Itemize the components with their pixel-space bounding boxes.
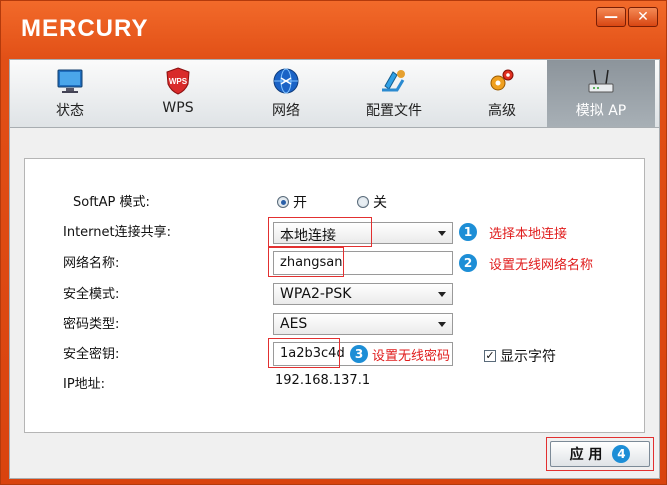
tab-label: WPS [162, 100, 194, 116]
security-key-label: 安全密钥: [63, 347, 120, 362]
cipher-type-value: AES [280, 316, 308, 332]
annotation-badge-1: 1 [459, 223, 477, 241]
tab-label: 高级 [488, 103, 516, 119]
monitor-icon [57, 69, 83, 93]
annotation-badge-4: 4 [612, 445, 631, 463]
annotation-badge-3: 3 [350, 345, 368, 363]
cipher-type-label: 密码类型: [63, 317, 120, 332]
highlight-box [268, 247, 344, 277]
security-mode-select[interactable]: WPA2-PSK [273, 283, 453, 305]
dropdown-arrow-icon [438, 231, 446, 236]
minimize-button[interactable]: — [596, 7, 626, 27]
svg-text:WPS: WPS [169, 77, 188, 86]
app-window: MERCURY — ✕ 状态 WPS WPS 网络 配置文件 高级 模拟 AP … [0, 0, 667, 485]
softap-mode-label: SoftAP 模式: [73, 195, 150, 210]
tab-softap[interactable]: 模拟 AP [547, 60, 655, 128]
wps-shield-icon: WPS [166, 67, 190, 95]
tab-bar: 状态 WPS WPS 网络 配置文件 高级 模拟 AP [9, 59, 660, 128]
tab-wps[interactable]: WPS WPS [124, 60, 232, 128]
security-mode-value: WPA2-PSK [280, 286, 352, 302]
tab-advanced[interactable]: 高级 [448, 60, 556, 128]
highlight-box [268, 217, 372, 247]
router-icon [588, 69, 614, 93]
internet-sharing-label: Internet连接共享: [63, 225, 171, 240]
show-chars-checkbox[interactable]: ✓ 显示字符 [484, 346, 556, 366]
ip-address-label: IP地址: [63, 377, 106, 392]
close-button[interactable]: ✕ [628, 7, 658, 27]
radio-unselected-icon [357, 196, 369, 208]
tab-profile[interactable]: 配置文件 [340, 60, 448, 128]
annotation-badge-2: 2 [459, 254, 477, 272]
annotation-hint-3: 设置无线密码 [372, 349, 451, 364]
dropdown-arrow-icon [438, 322, 446, 327]
ip-address-value: 192.168.137.1 [275, 373, 371, 388]
checkbox-checked-icon: ✓ [484, 349, 496, 362]
ssid-label: 网络名称: [63, 256, 120, 271]
softap-on-radio[interactable]: 开 [277, 192, 307, 212]
annotation-hint-2: 设置无线网络名称 [489, 258, 594, 273]
tab-label: 模拟 AP [575, 103, 627, 119]
cipher-type-select[interactable]: AES [273, 313, 453, 335]
softap-settings: SoftAP 模式: 开 关 Internet连接共享: 本地连接 1 选择本地… [24, 158, 645, 433]
tab-label: 状态 [56, 103, 84, 119]
network-globe-icon [273, 68, 299, 94]
show-chars-label: 显示字符 [500, 349, 556, 365]
softap-panel: SoftAP 模式: 开 关 Internet连接共享: 本地连接 1 选择本地… [9, 127, 660, 479]
security-mode-label: 安全模式: [63, 287, 120, 302]
tab-label: 配置文件 [366, 103, 422, 119]
radio-selected-icon [277, 196, 289, 208]
highlight-box [268, 338, 340, 368]
annotation-hint-1: 选择本地连接 [489, 227, 568, 242]
apply-label: 应 用 [569, 447, 603, 463]
brand-logo: MERCURY [21, 15, 149, 42]
profile-config-icon [382, 70, 405, 92]
gears-icon [490, 69, 514, 91]
window-controls: — ✕ [596, 7, 658, 27]
softap-off-label: 关 [373, 195, 387, 211]
tab-network[interactable]: 网络 [232, 60, 340, 128]
apply-button[interactable]: 应 用 4 [550, 441, 650, 467]
softap-on-label: 开 [293, 195, 307, 211]
softap-off-radio[interactable]: 关 [357, 192, 387, 212]
tab-label: 网络 [272, 103, 300, 119]
tab-status[interactable]: 状态 [16, 60, 124, 128]
dropdown-arrow-icon [438, 292, 446, 297]
